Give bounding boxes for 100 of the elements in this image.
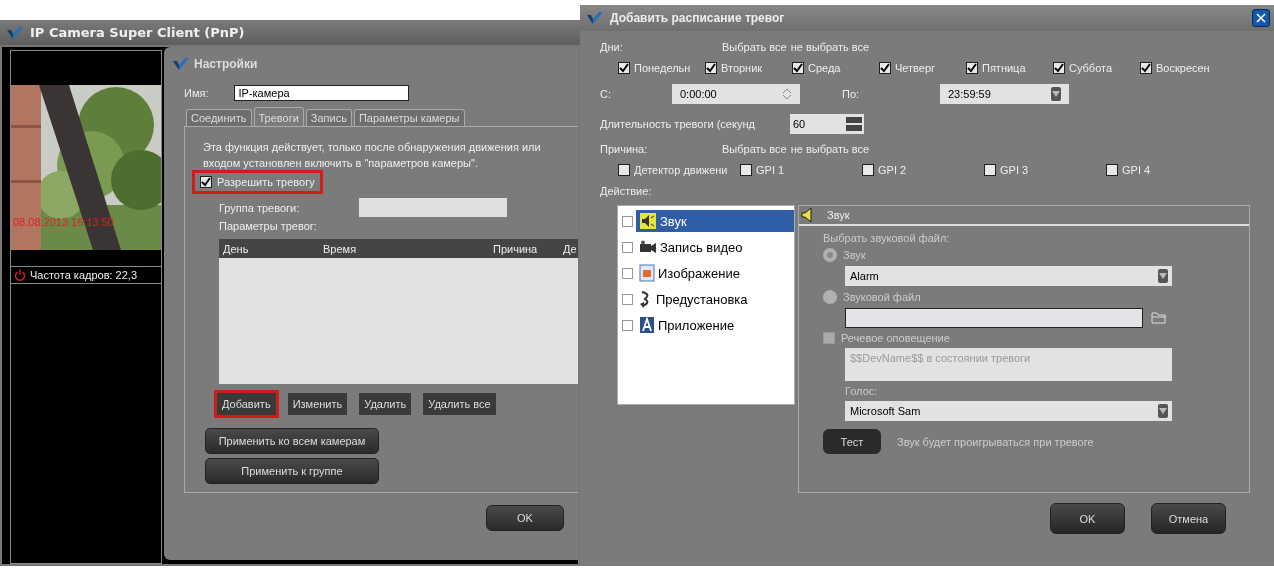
checkbox-label: Воскресен [1156, 62, 1210, 74]
logo-icon [586, 11, 604, 25]
time-field[interactable]: 0:00:00 [672, 84, 800, 104]
checkbox[interactable] [622, 215, 633, 227]
ok-button[interactable]: OK [1050, 503, 1125, 534]
checkbox[interactable] [1106, 164, 1118, 176]
column-header: День [223, 242, 250, 255]
select-link[interactable]: Выбрать все [722, 41, 787, 53]
apply-button[interactable]: Применить к группе [205, 458, 379, 484]
checkbox-label: Разрешить тревогу [217, 176, 315, 188]
action-button[interactable]: Добавить [217, 393, 276, 415]
spinner-icon[interactable] [846, 116, 862, 132]
group-label: Группа тревоги: [219, 201, 300, 214]
checkbox[interactable] [200, 176, 212, 188]
days-label: Дни: [600, 41, 624, 53]
application-icon [639, 316, 655, 334]
checkbox[interactable] [622, 293, 633, 305]
checkbox-label: Детектор движени [634, 164, 728, 176]
camera-icon [639, 240, 657, 254]
voice-dropdown[interactable]: Microsoft Sam [845, 401, 1172, 421]
checkbox[interactable] [792, 62, 804, 74]
checkbox-label: Пятница [982, 62, 1026, 74]
checkbox[interactable] [1053, 62, 1065, 74]
group-field[interactable] [359, 198, 508, 217]
select-link[interactable]: не выбрать все [790, 143, 870, 155]
sound-dropdown[interactable]: Alarm [845, 266, 1172, 286]
checkbox[interactable] [705, 62, 717, 74]
radio-button[interactable] [823, 248, 837, 262]
image-icon [639, 264, 655, 282]
tab[interactable]: Запись [305, 109, 352, 126]
checkbox[interactable] [740, 164, 752, 176]
checkbox-label: GPI 1 [756, 164, 785, 176]
radio-label: Звук [843, 249, 866, 261]
cancel-button[interactable]: Отмена [1151, 503, 1226, 534]
checkbox-label: Вторник [721, 62, 763, 74]
to-label: По: [842, 88, 861, 100]
action-button[interactable]: Изменить [287, 393, 348, 415]
checkbox[interactable] [622, 319, 633, 331]
name-label: Имя: [184, 87, 209, 99]
checkbox-label: Понедельн [634, 62, 691, 74]
dialog-title: Добавить расписание тревог [610, 11, 785, 25]
radio-button[interactable] [823, 290, 837, 304]
checkbox-label: Суббота [1069, 62, 1113, 74]
checkbox-label: Четверг [895, 62, 936, 74]
checkbox[interactable] [622, 241, 633, 253]
speaker-icon [801, 207, 813, 223]
checkbox[interactable] [618, 164, 630, 176]
logo-icon [6, 25, 24, 40]
checkbox[interactable] [622, 267, 633, 279]
voice-label: Голос: [845, 385, 879, 397]
file-label: Выбрать звуковой файл: [823, 232, 951, 244]
checkbox-label: Среда [808, 62, 841, 74]
checkbox-label: GPI 4 [1122, 164, 1151, 176]
column-header: Время [323, 242, 358, 255]
action-item[interactable]: Изображение [636, 262, 794, 284]
action-item[interactable]: Приложение [636, 314, 794, 336]
close-icon[interactable] [1252, 9, 1270, 27]
info-text: Эта функция действует, только после обнаружения движения или [203, 141, 542, 154]
params-label: Параметры тревог: [218, 220, 318, 232]
speaker-icon [639, 212, 657, 230]
frame-rate: Частота кадров: 22,3 [30, 269, 138, 281]
duration-field[interactable]: 60 [790, 114, 864, 134]
checkbox[interactable] [823, 332, 835, 344]
dialog-title: Настройки [194, 57, 258, 71]
checkbox[interactable] [879, 62, 891, 74]
checkbox-label: GPI 2 [878, 164, 907, 176]
cause-label: Причина: [600, 143, 649, 155]
panel-title: Звук [827, 209, 850, 221]
power-icon [14, 269, 26, 281]
checkbox[interactable] [618, 62, 630, 74]
duration-label: Длительность тревоги (секунд [600, 118, 756, 130]
action-item[interactable]: Предустановка [636, 288, 794, 310]
column-header: Причина [493, 242, 539, 255]
checkbox[interactable] [862, 164, 874, 176]
action-label: Действие: [600, 184, 653, 199]
action-button[interactable]: Удалить [359, 393, 412, 415]
ok-button[interactable]: OK [486, 505, 564, 531]
tab[interactable]: Параметры камеры [353, 109, 465, 126]
window-title-text: IP Camera Super Client (PnP) [30, 25, 245, 40]
action-button[interactable]: Удалить все [423, 393, 496, 415]
logo-icon [172, 57, 190, 71]
tab[interactable]: Соединить [186, 109, 252, 126]
checkbox[interactable] [966, 62, 978, 74]
apply-button[interactable]: Применить ко всем камерам [205, 428, 379, 454]
checkbox-label: Речевое оповещение [841, 332, 950, 344]
test-button[interactable]: Тест [823, 429, 881, 454]
test-note: Звук будет проигрываться при тревоге [897, 435, 1094, 448]
column-header: Де [563, 242, 578, 255]
select-link[interactable]: Выбрать все [722, 143, 787, 155]
checkbox[interactable] [1140, 62, 1152, 74]
checkbox-label: GPI 3 [1000, 164, 1029, 176]
time-field[interactable]: 23:59:59 [940, 84, 1069, 104]
checkbox[interactable] [984, 164, 996, 176]
info-text: входом установлен включить в "параметров камеры". [203, 157, 479, 170]
from-label: С: [600, 88, 612, 100]
select-link[interactable]: не выбрать все [790, 41, 870, 53]
file-field[interactable] [845, 308, 1143, 328]
action-item[interactable]: Звук [636, 210, 794, 232]
action-item[interactable]: Запись видео [636, 237, 794, 257]
name-field[interactable]: IP-камера [234, 85, 410, 101]
